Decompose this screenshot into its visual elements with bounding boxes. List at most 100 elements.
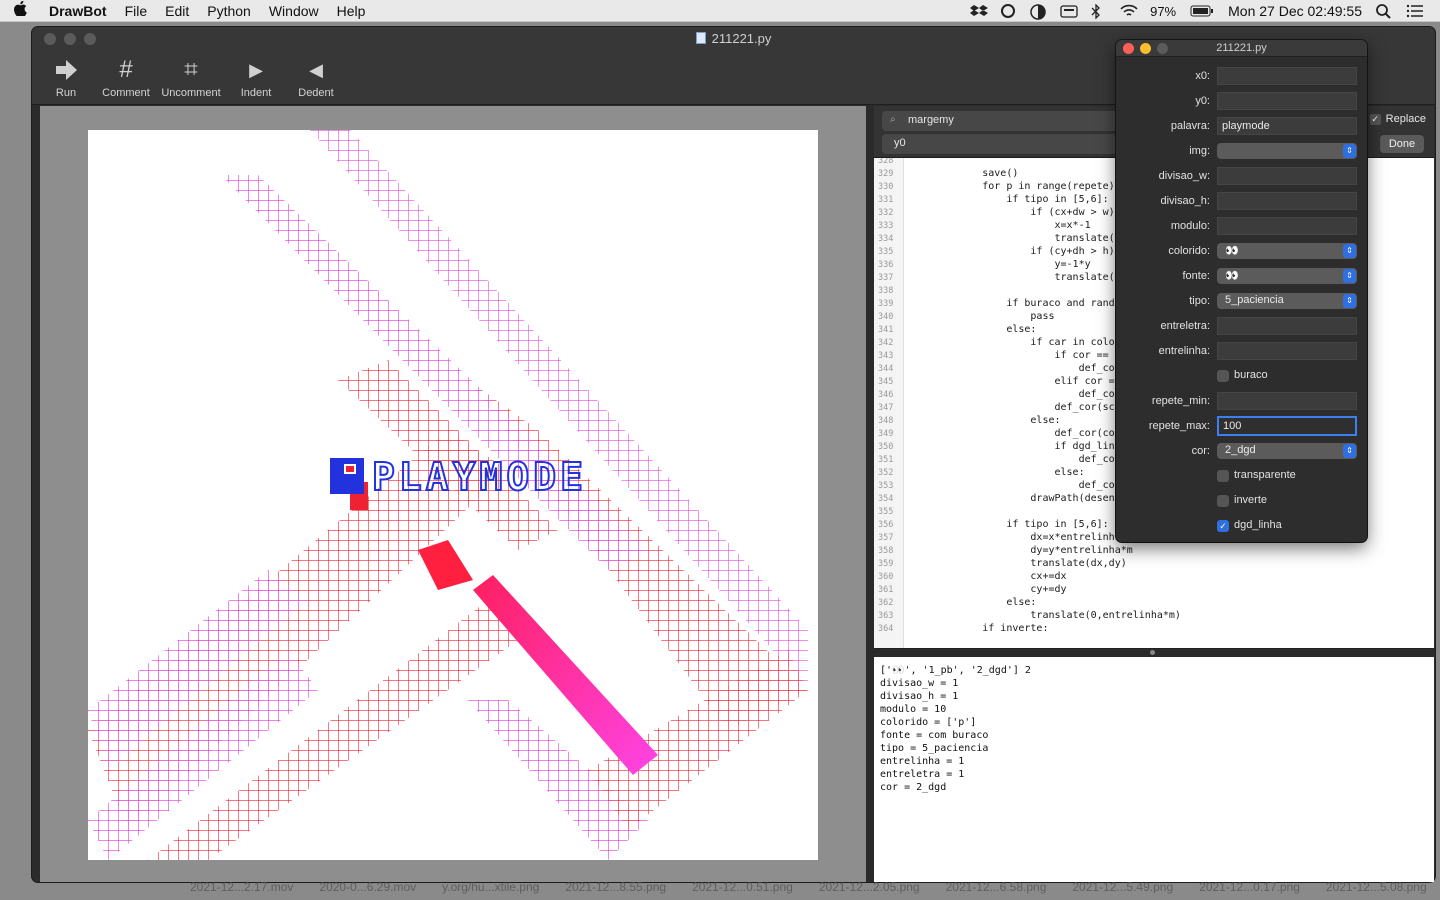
fonte-select[interactable]: 👀 ⇕ — [1217, 268, 1357, 284]
code-line[interactable]: 356 if tipo in [5,6]: — [874, 518, 1109, 531]
code-line[interactable]: 354 drawPath(desenh — [874, 492, 1121, 505]
buraco-checkbox[interactable] — [1217, 370, 1229, 382]
vertical-splitter[interactable] — [866, 106, 874, 882]
code-line[interactable]: 349 def_cor(cor — [874, 427, 1121, 440]
tipo-select[interactable]: 5_paciencia ⇕ — [1217, 293, 1357, 309]
divisao-h-input[interactable] — [1217, 192, 1357, 210]
code-line[interactable]: 341 else: — [874, 323, 1036, 336]
find-input[interactable]: ⌕ margemy — [882, 111, 1142, 131]
code-line[interactable]: 334 translate(2 — [874, 232, 1121, 245]
replace-input[interactable]: y0 — [882, 134, 1142, 154]
code-line[interactable]: 337 translate(0 — [874, 271, 1121, 284]
code-line[interactable]: 357 dx=x*entrelinha*m — [874, 531, 1133, 544]
modulo-input[interactable] — [1217, 217, 1357, 235]
entrelinha-input[interactable] — [1217, 342, 1357, 360]
desktop-file-label[interactable]: 2021-12...6.58.png — [946, 880, 1047, 900]
dgd-linha-checkbox[interactable]: ✓ — [1217, 520, 1229, 532]
entreletra-input[interactable] — [1217, 317, 1357, 335]
menu-file[interactable]: File — [116, 3, 157, 19]
code-line[interactable]: 329 save() — [874, 167, 1018, 180]
wifi-icon[interactable] — [1120, 4, 1138, 18]
uncomment-button[interactable]: ⌗ Uncomment — [158, 53, 224, 99]
canvas-preview-area[interactable]: PLAYMODE — [40, 106, 866, 882]
code-line[interactable]: 364 if inverte: — [874, 622, 1048, 635]
code-line[interactable]: 335 if (cy+dh > h) — [874, 245, 1115, 258]
menu-edit[interactable]: Edit — [156, 3, 198, 19]
replace-checkbox[interactable]: ✓ Replace — [1369, 113, 1426, 125]
code-text: save() — [910, 168, 1019, 179]
code-line[interactable]: 333 x=x*-1 — [874, 219, 1091, 232]
palavra-input[interactable]: playmode — [1217, 117, 1357, 135]
code-line[interactable]: 345 elif cor == — [874, 375, 1121, 388]
notification-center-icon[interactable] — [1406, 4, 1423, 18]
code-line[interactable]: 358 dy=y*entrelinha*m — [874, 544, 1133, 557]
repete-max-input[interactable]: 100 — [1217, 416, 1357, 436]
code-line[interactable]: 363 translate(0,entrelinha*m) — [874, 609, 1181, 622]
battery-icon[interactable] — [1190, 4, 1214, 18]
spotlight-search-icon[interactable] — [1376, 4, 1392, 19]
desktop-file-label[interactable]: 2021-12...2.05.png — [819, 880, 920, 900]
code-line[interactable]: 340 pass — [874, 310, 1055, 323]
code-line[interactable]: 328 — [874, 158, 910, 167]
comment-button[interactable]: # Comment — [98, 53, 154, 99]
transparente-checkbox[interactable] — [1217, 470, 1229, 482]
repete-min-input[interactable] — [1217, 392, 1357, 410]
code-line[interactable]: 346 def_cor — [874, 388, 1121, 401]
y0-input[interactable] — [1217, 92, 1357, 110]
img-select[interactable]: ⇕ — [1217, 143, 1357, 159]
indent-button[interactable]: ▶ Indent — [228, 53, 284, 100]
menubar-clock[interactable]: Mon 27 Dec 02:49:55 — [1228, 3, 1362, 19]
output-console[interactable]: ['👀', '1_pb', '2_dgd'] 2 divisao_w = 1 div… — [874, 657, 1434, 882]
divisao-w-input[interactable] — [1217, 167, 1357, 185]
desktop-file-label[interactable]: 2020-0...6.29.mov — [319, 880, 416, 900]
desktop-file-label[interactable]: 2021-12...0.51.png — [692, 880, 793, 900]
menu-python[interactable]: Python — [198, 3, 260, 19]
dropbox-icon[interactable] — [970, 4, 989, 18]
desktop-file-label[interactable]: 2021-12...2.17.mov — [190, 880, 293, 900]
dark-mode-icon[interactable] — [1030, 4, 1046, 20]
menu-help[interactable]: Help — [328, 3, 375, 19]
desktop-file-label[interactable]: y.org/hu...xtile.png — [442, 880, 539, 900]
drawing-artboard[interactable]: PLAYMODE — [88, 130, 818, 860]
colorido-select[interactable]: 👀 ⇕ — [1217, 243, 1357, 259]
code-line[interactable]: 353 def_cor — [874, 479, 1121, 492]
inverte-checkbox[interactable] — [1217, 495, 1229, 507]
output-line: colorido = ['p'] — [880, 717, 977, 728]
code-line[interactable]: 332 if (cx+dw > w) — [874, 206, 1115, 219]
code-line[interactable]: 352 else: — [874, 466, 1085, 479]
code-line[interactable]: 355 — [874, 505, 910, 518]
code-line[interactable]: 343 if cor == 1 — [874, 349, 1121, 362]
code-line[interactable]: 344 def_cor — [874, 362, 1121, 375]
code-line[interactable]: 359 translate(dx,dy) — [874, 557, 1127, 570]
code-line[interactable]: 331 if tipo in [5,6]: — [874, 193, 1109, 206]
keyboard-icon[interactable] — [1060, 4, 1078, 18]
run-button[interactable]: Run — [38, 53, 94, 99]
apple-menu-icon[interactable] — [0, 0, 40, 20]
code-line[interactable]: 351 def_cor — [874, 453, 1121, 466]
bluetooth-icon[interactable] — [1090, 3, 1106, 20]
code-line[interactable]: 347 def_cor(sco — [874, 401, 1121, 414]
code-line[interactable]: 339 if buraco and randi — [874, 297, 1121, 310]
x0-input[interactable] — [1217, 67, 1357, 85]
code-line[interactable]: 361 cy+=dy — [874, 583, 1067, 596]
desktop-file-label[interactable]: 2021-12...5.08.png — [1326, 880, 1427, 900]
dedent-button[interactable]: ◀ Dedent — [288, 53, 344, 100]
code-line[interactable]: 336 y=-1*y — [874, 258, 1091, 271]
code-line[interactable]: 348 else: — [874, 414, 1061, 427]
menu-app-name[interactable]: DrawBot — [40, 3, 116, 19]
code-line[interactable]: 330 for p in range(repete): — [874, 180, 1121, 193]
code-line[interactable]: 338 — [874, 284, 910, 297]
code-line[interactable]: 362 else: — [874, 596, 1036, 609]
desktop-file-label[interactable]: 2021-12...0.17.png — [1199, 880, 1300, 900]
code-line[interactable]: 350 if dgd_linh — [874, 440, 1121, 453]
editor-output-splitter[interactable] — [874, 648, 1434, 657]
code-line[interactable]: 360 cx+=dx — [874, 570, 1067, 583]
menu-window[interactable]: Window — [260, 3, 328, 19]
desktop-file-label[interactable]: 2021-12...5.49.png — [1072, 880, 1173, 900]
cor-select[interactable]: 2_dgd ⇕ — [1217, 443, 1357, 459]
code-line[interactable]: 342 if car in colori — [874, 336, 1127, 349]
done-button[interactable]: Done — [1380, 135, 1424, 153]
desktop-file-label[interactable]: 2021-12...8.55.png — [565, 880, 666, 900]
line-number: 364 — [878, 624, 894, 634]
creative-cloud-icon[interactable] — [1000, 4, 1016, 18]
